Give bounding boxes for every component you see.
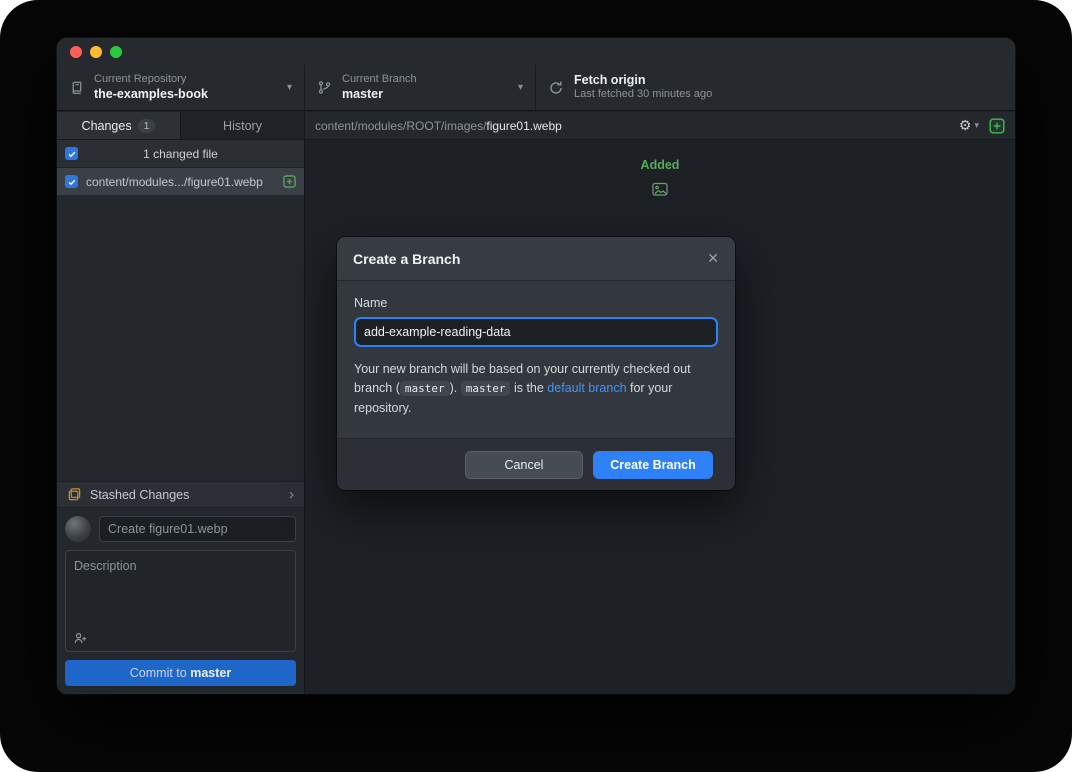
- chevron-down-icon: ▾: [974, 120, 979, 131]
- help-part3: is the: [510, 381, 547, 395]
- current-repository-selector[interactable]: Current Repository the-examples-book ▾: [57, 65, 305, 110]
- chevron-right-icon: ›: [289, 487, 294, 502]
- commit-description-box: [65, 550, 296, 652]
- dialog-header: Create a Branch ✕: [337, 237, 735, 281]
- app-window: Current Repository the-examples-book ▾ C…: [57, 38, 1015, 694]
- fetch-detail: Last fetched 30 minutes ago: [574, 88, 712, 102]
- titlebar[interactable]: [57, 38, 1015, 65]
- zoom-window-button[interactable]: [110, 46, 122, 58]
- file-row[interactable]: content/modules.../figure01.webp: [57, 168, 304, 196]
- file-path: content/modules/ROOT/images/figure01.web…: [315, 119, 562, 133]
- chevron-down-icon: ▾: [518, 82, 523, 93]
- fetch-origin-button[interactable]: Fetch origin Last fetched 30 minutes ago: [536, 65, 724, 110]
- close-icon[interactable]: ✕: [707, 250, 719, 267]
- desktop-backdrop: Current Repository the-examples-book ▾ C…: [0, 0, 1072, 772]
- tab-changes[interactable]: Changes 1: [57, 112, 180, 139]
- commit-summary-row: [65, 516, 296, 542]
- file-path-dir: content/modules/ROOT/images/: [315, 119, 486, 133]
- window-controls: [70, 46, 122, 58]
- image-icon: [652, 182, 668, 197]
- repo-label: Current Repository: [94, 73, 208, 87]
- cancel-button[interactable]: Cancel: [465, 451, 583, 479]
- check-icon: [67, 149, 77, 159]
- branch-value: master: [342, 87, 417, 103]
- branch-code-chip: master: [461, 381, 511, 396]
- file-list-empty-space: [57, 196, 304, 481]
- check-icon: [67, 177, 77, 187]
- dialog-footer: Cancel Create Branch: [337, 438, 735, 490]
- avatar: [65, 516, 91, 542]
- stashed-changes-row[interactable]: Stashed Changes ›: [57, 481, 304, 508]
- commit-form: Commit to master: [57, 508, 304, 694]
- plus-square-icon: [989, 118, 1005, 134]
- minimize-window-button[interactable]: [90, 46, 102, 58]
- file-name: content/modules.../figure01.webp: [86, 175, 275, 189]
- branch-label: Current Branch: [342, 73, 417, 87]
- sidebar: Changes 1 History 1 changed file: [57, 112, 305, 694]
- dialog-title: Create a Branch: [353, 251, 460, 267]
- repo-icon: [69, 80, 84, 95]
- commit-button-prefix: Commit to: [130, 666, 190, 680]
- repo-value: the-examples-book: [94, 87, 208, 103]
- person-add-icon: [73, 631, 88, 646]
- branch-text: Current Branch master: [342, 73, 417, 102]
- branch-code-chip: master: [400, 381, 450, 396]
- diff-header: content/modules/ROOT/images/figure01.web…: [305, 112, 1015, 140]
- tab-changes-label: Changes: [82, 119, 132, 133]
- diff-options-button[interactable]: ⚙ ▾: [959, 117, 979, 134]
- file-path-name: figure01.webp: [486, 119, 561, 133]
- changed-files-summary-row: 1 changed file: [57, 140, 304, 168]
- commit-description-input[interactable]: [66, 551, 295, 623]
- default-branch-link[interactable]: default branch: [547, 381, 626, 395]
- help-part2: ).: [450, 381, 461, 395]
- expand-diff-button[interactable]: [989, 118, 1005, 134]
- fetch-text: Fetch origin Last fetched 30 minutes ago: [574, 73, 712, 102]
- stash-icon: [67, 487, 82, 502]
- select-all-checkbox[interactable]: [65, 147, 78, 160]
- branch-icon: [317, 80, 332, 95]
- branch-name-label: Name: [354, 296, 718, 310]
- current-branch-selector[interactable]: Current Branch master ▾: [305, 65, 536, 110]
- commit-button-branch: master: [190, 666, 231, 680]
- chevron-down-icon: ▾: [287, 82, 292, 93]
- dialog-help-text: Your new branch will be based on your cu…: [354, 360, 718, 418]
- file-status-label: Added: [305, 158, 1015, 172]
- tab-history-label: History: [223, 119, 262, 133]
- close-window-button[interactable]: [70, 46, 82, 58]
- stashed-changes-label: Stashed Changes: [90, 488, 189, 502]
- changes-count-badge: 1: [138, 119, 156, 133]
- fetch-label: Fetch origin: [574, 73, 712, 89]
- dialog-body: Name Your new branch will be based on yo…: [337, 281, 735, 438]
- add-coauthor-button[interactable]: [73, 631, 88, 646]
- commit-summary-input[interactable]: [99, 516, 296, 542]
- sidebar-tabs: Changes 1 History: [57, 112, 304, 140]
- gear-icon: ⚙: [959, 117, 972, 134]
- sync-icon: [548, 80, 564, 96]
- repo-text: Current Repository the-examples-book: [94, 73, 208, 102]
- file-status-added-icon: [283, 175, 296, 188]
- file-checkbox[interactable]: [65, 175, 78, 188]
- tab-history[interactable]: History: [180, 112, 304, 139]
- commit-button[interactable]: Commit to master: [65, 660, 296, 686]
- toolbar: Current Repository the-examples-book ▾ C…: [57, 65, 1015, 111]
- changed-files-summary: 1 changed file: [57, 147, 304, 161]
- create-branch-dialog: Create a Branch ✕ Name Your new branch w…: [337, 237, 735, 490]
- diff-header-actions: ⚙ ▾: [959, 117, 1005, 134]
- create-branch-button[interactable]: Create Branch: [593, 451, 713, 479]
- branch-name-input[interactable]: [354, 317, 718, 347]
